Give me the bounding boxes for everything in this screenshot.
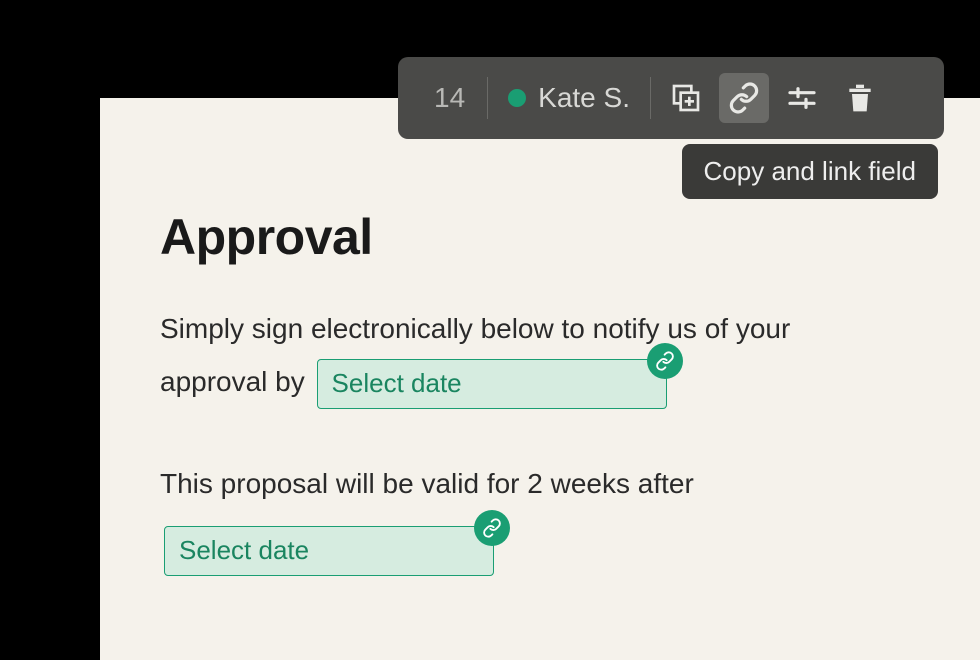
page-title: Approval xyxy=(160,208,920,266)
paragraph-1: Simply sign electronically below to noti… xyxy=(160,302,920,409)
toolbar-actions xyxy=(651,73,885,123)
toolbar-assignee[interactable]: Kate S. xyxy=(488,82,650,114)
link-icon xyxy=(728,82,760,114)
date-field-1-label: Select date xyxy=(332,359,462,408)
toolbar-font-size[interactable]: 14 xyxy=(412,82,487,114)
field-toolbar: 14 Kate S. xyxy=(398,57,944,139)
toolbar-user-name: Kate S. xyxy=(538,82,630,114)
tooltip: Copy and link field xyxy=(682,144,938,199)
paragraph-2: This proposal will be valid for 2 weeks … xyxy=(160,457,920,576)
trash-icon xyxy=(844,82,876,114)
link-badge-icon xyxy=(474,510,510,546)
copy-icon xyxy=(670,82,702,114)
sliders-icon xyxy=(786,82,818,114)
paragraph-1-line-1: Simply sign electronically below to noti… xyxy=(160,302,920,355)
paragraph-1-line-2: approval by Select date xyxy=(160,355,920,409)
link-button[interactable] xyxy=(719,73,769,123)
settings-button[interactable] xyxy=(777,73,827,123)
paragraph-1-text: approval by xyxy=(160,366,305,397)
date-field-2-label: Select date xyxy=(179,526,309,575)
paragraph-2-text: This proposal will be valid for 2 weeks … xyxy=(160,457,920,510)
date-field-1[interactable]: Select date xyxy=(317,359,667,409)
status-dot-icon xyxy=(508,89,526,107)
link-badge-icon xyxy=(647,343,683,379)
delete-button[interactable] xyxy=(835,73,885,123)
copy-button[interactable] xyxy=(661,73,711,123)
date-field-2[interactable]: Select date xyxy=(164,526,494,576)
